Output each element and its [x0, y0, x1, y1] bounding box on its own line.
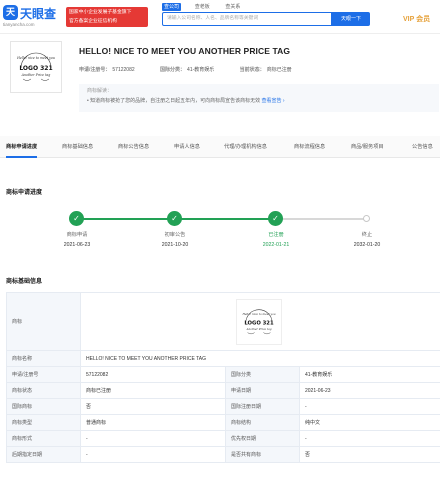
row-key: 商标类型 [6, 414, 81, 431]
search-type-tabs: 查公司 查老板 查关系 [162, 3, 252, 11]
section-tabs: 商标申请进度 商标基础信息 商标公告信息 申请人信息 代理/办理机构信息 商标流… [0, 136, 440, 158]
notice-text: • 知道商标被抢了您的品牌，自注册之日起五年内，可向商标局宣告该商标无效 [87, 98, 261, 104]
gov-badge-line2: 官方备案企业征信机构 [69, 19, 117, 24]
basic-info-table: 商标 Hello! nice to meet you LOGO 321 Anot… [6, 292, 440, 463]
top-header: 天 天眼查 tianyancha.com 国家中小企业发展子基金旗下 官方备案企… [0, 0, 440, 34]
row-key: 是否共有商标 [225, 446, 300, 463]
row-value: 否 [80, 398, 226, 415]
notice-link[interactable]: 查看宣告 › [262, 98, 285, 104]
tab-announcement[interactable]: 商标公告信息 [118, 136, 149, 158]
trademark-meta: 申请/注册号： 57122082 国际分类： 41-教育娱乐 当前状态： 商标已注册 [79, 66, 316, 73]
search-button[interactable]: 天眼一下 [332, 12, 370, 26]
tab-goods-services[interactable]: 商品/服务项目 [351, 136, 384, 158]
step-label: 已注册 [268, 232, 284, 238]
check-icon: ✓ [69, 211, 84, 226]
logo-321-image: Hello! nice to meet you LOGO 321 Another… [16, 52, 55, 81]
logo-main-text: LOGO 321 [244, 320, 274, 326]
row-key: 国际注册日期 [225, 398, 300, 415]
tab-notice-info[interactable]: 公告信息 [412, 136, 433, 158]
class-value: 41-教育娱乐 [187, 67, 215, 73]
progress-line-pending [276, 218, 367, 220]
row-value: 否 [299, 446, 440, 463]
row-value: 商标已注册 [80, 382, 226, 399]
check-icon: ✓ [268, 211, 283, 226]
trademark-thumbnail[interactable]: Hello! nice to meet you LOGO 321 Another… [10, 41, 62, 93]
step-date: 2032-01-20 [353, 242, 381, 248]
logo-bottom-text: Another Price tag [245, 326, 271, 330]
row-key: 申请/注册号 [6, 366, 81, 383]
tab-process[interactable]: 商标流程信息 [294, 136, 325, 158]
row-value: - [299, 430, 440, 447]
progress-section-title: 商标申请进度 [6, 190, 43, 196]
logo-url: tianyancha.com [3, 22, 35, 27]
row-key: 商标形式 [6, 430, 81, 447]
check-icon: ✓ [167, 211, 182, 226]
logo-321-image: Hello! nice to meet you LOGO 321 Another… [236, 298, 282, 345]
search-input[interactable]: 请输入公司名称、人名、品牌名称等关键词 [162, 12, 332, 26]
trademark-summary: Hello! nice to meet you LOGO 321 Another… [0, 34, 440, 126]
progress-timeline: ✓ ✓ ✓ 商标申请 初审公告 已注册 终止 2021-06-23 2021-1… [0, 200, 440, 260]
name-label: 商标名称 [6, 350, 81, 367]
logo-main-text: LOGO 321 [19, 65, 52, 72]
class-label: 国际分类： [160, 67, 186, 73]
site-logo[interactable]: 天 天眼查 tianyancha.com [3, 5, 61, 29]
gov-badge[interactable]: 国家中小企业发展子基金旗下 官方备案企业征信机构 [66, 7, 148, 27]
step-label: 商标申请 [66, 232, 88, 238]
search-tab-relation[interactable]: 查关系 [223, 3, 242, 11]
table-row: 商标状态 商标已注册 申请日期 2021-06-23 [6, 382, 440, 399]
row-value: - [299, 398, 440, 415]
search-tab-boss[interactable]: 查老板 [193, 3, 212, 11]
logo-label: 商标 [6, 292, 81, 351]
row-key: 商标结构 [225, 414, 300, 431]
tab-progress[interactable]: 商标申请进度 [6, 136, 38, 158]
status-value: 商标已注册 [266, 67, 292, 73]
table-row: 商标类型 普通商标 商标结构 纯中文 [6, 414, 440, 431]
logo-cell: Hello! nice to meet you LOGO 321 Another… [80, 292, 440, 351]
name-value: HELLO! NICE TO MEET YOU ANOTHER PRICE TA… [80, 350, 440, 367]
reg-no-label: 申请/注册号： [79, 67, 111, 73]
table-row: 商标形式 - 优先权日期 - [6, 430, 440, 447]
row-value: 纯中文 [299, 414, 440, 431]
table-row: 申请/注册号 57122082 国际分类 41-教育娱乐 [6, 366, 440, 383]
tab-agency[interactable]: 代理/办理机构信息 [224, 136, 267, 158]
row-value: - [80, 446, 226, 463]
logo-top-text: Hello! nice to meet you [16, 56, 55, 60]
row-value: 41-教育娱乐 [299, 366, 440, 383]
status-label: 当前状态： [239, 67, 265, 73]
logo-text: 天眼查 [20, 7, 57, 21]
trademark-notice: 商标解读： • 知道商标被抢了您的品牌，自注册之日起五年内，可向商标局宣告该商标… [79, 84, 439, 112]
tab-basic-info[interactable]: 商标基础信息 [62, 136, 93, 158]
row-value: - [80, 430, 226, 447]
search-tab-company[interactable]: 查公司 [162, 3, 182, 11]
table-row: 后期指定日期 - 是否共有商标 否 [6, 446, 440, 463]
row-key: 国际分类 [225, 366, 300, 383]
trademark-title: HELLO! NICE TO MEET YOU ANOTHER PRICE TA… [79, 46, 291, 56]
logo-top-text: Hello! nice to meet you [241, 311, 275, 315]
row-key: 后期指定日期 [6, 446, 81, 463]
table-row: 商标 Hello! nice to meet you LOGO 321 Anot… [6, 292, 440, 351]
tab-applicant[interactable]: 申请人信息 [174, 136, 200, 158]
step-date: 2022-01-21 [262, 242, 290, 248]
row-key: 优先权日期 [225, 430, 300, 447]
table-row: 商标名称 HELLO! NICE TO MEET YOU ANOTHER PRI… [6, 350, 440, 367]
row-value: 57122082 [80, 366, 226, 383]
reg-no-value: 57122082 [112, 67, 135, 73]
row-value: 普通商标 [80, 414, 226, 431]
step-date: 2021-10-20 [161, 242, 189, 248]
logo-bottom-text: Another Price tag [21, 73, 51, 77]
notice-title: 商标解读： [87, 88, 113, 94]
info-section-title: 商标基础信息 [6, 279, 43, 285]
table-row: 国际商标 否 国际注册日期 - [6, 398, 440, 415]
step-label: 初审公告 [164, 232, 186, 238]
row-key: 商标状态 [6, 382, 81, 399]
row-key: 申请日期 [225, 382, 300, 399]
row-value: 2021-06-23 [299, 382, 440, 399]
gov-badge-line1: 国家中小企业发展子基金旗下 [69, 10, 132, 15]
step-date: 2021-06-23 [63, 242, 91, 248]
pending-dot-icon [363, 215, 370, 222]
logo-mark-icon: 天 [3, 5, 18, 20]
step-label: 终止 [361, 232, 373, 238]
row-key: 国际商标 [6, 398, 81, 415]
vip-member-link[interactable]: VIP 会员 [403, 14, 430, 24]
